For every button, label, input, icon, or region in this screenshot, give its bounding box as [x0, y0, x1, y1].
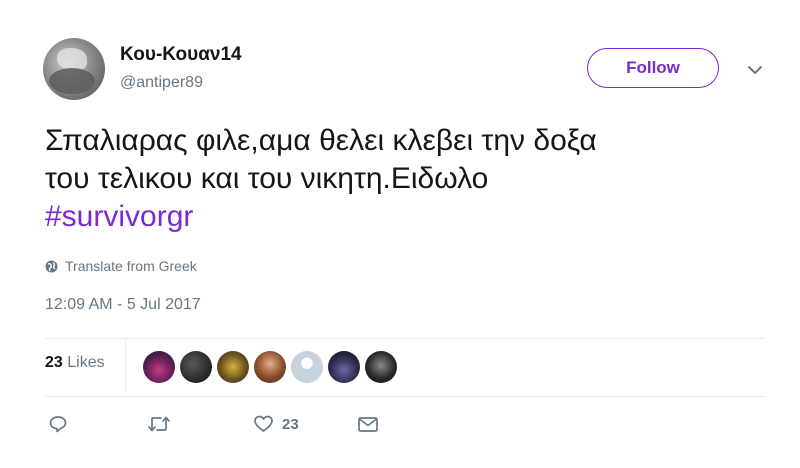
- liker-avatar[interactable]: [217, 351, 249, 383]
- tweet-actions: 23: [0, 414, 800, 440]
- tweet-timestamp[interactable]: 12:09 AM - 5 Jul 2017: [45, 296, 201, 314]
- tweet-text-line-1: Σπαλιαρας φιλε,αμα θελει κλεβει την δοξα: [45, 124, 597, 157]
- liker-avatar[interactable]: [254, 351, 286, 383]
- author-avatar[interactable]: [43, 38, 105, 100]
- translate-label: Translate from Greek: [65, 258, 197, 274]
- liker-avatar[interactable]: [365, 351, 397, 383]
- like-button[interactable]: 23: [253, 414, 299, 434]
- retweet-button[interactable]: [147, 414, 171, 434]
- likes-stat[interactable]: 23 Likes: [45, 354, 105, 372]
- likes-label: Likes: [67, 354, 105, 371]
- reply-icon: [48, 414, 68, 434]
- author-name[interactable]: Κου-Κουαν14: [120, 44, 242, 66]
- reply-button[interactable]: [48, 414, 68, 434]
- follow-button[interactable]: Follow: [587, 48, 719, 88]
- divider-bottom: [45, 396, 765, 397]
- message-icon: [357, 414, 379, 434]
- divider-top: [45, 338, 765, 339]
- hashtag-link[interactable]: #survivorgr: [45, 198, 765, 236]
- chevron-down-icon[interactable]: [745, 60, 765, 80]
- likers-avatars: [143, 351, 397, 383]
- globe-icon: [45, 260, 58, 273]
- liker-avatar[interactable]: [328, 351, 360, 383]
- author-handle[interactable]: @antiper89: [120, 74, 203, 92]
- direct-message-button[interactable]: [357, 414, 379, 434]
- liker-avatar[interactable]: [180, 351, 212, 383]
- likes-count: 23: [45, 354, 63, 371]
- tweet-text-line-2: του τελικου και του νικητη.Ειδωλο: [45, 162, 489, 195]
- likes-separator: [125, 340, 126, 392]
- liker-avatar[interactable]: [291, 351, 323, 383]
- retweet-icon: [147, 414, 171, 434]
- translate-link[interactable]: Translate from Greek: [45, 258, 197, 274]
- liker-avatar[interactable]: [143, 351, 175, 383]
- heart-icon: [253, 414, 274, 434]
- tweet-text: Σπαλιαρας φιλε,αμα θελει κλεβει την δοξα…: [45, 122, 765, 236]
- like-count: 23: [282, 415, 299, 433]
